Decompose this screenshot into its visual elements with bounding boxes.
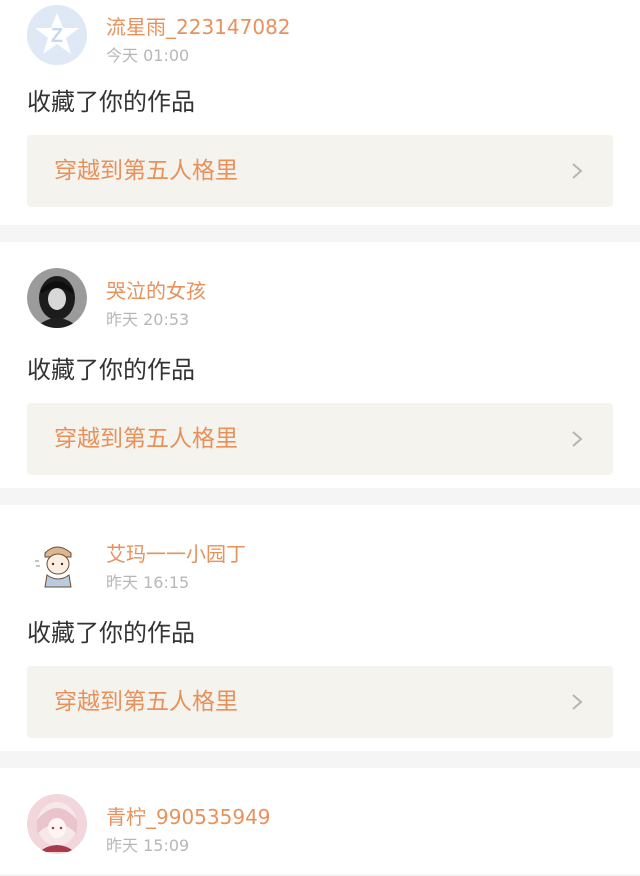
work-title: 穿越到第五人格里 <box>54 158 238 184</box>
notification-header: 青柠_990535949 昨天 15:09 <box>27 768 613 864</box>
work-link[interactable]: 穿越到第五人格里 <box>27 403 613 475</box>
svg-text:Z: Z <box>51 25 63 47</box>
anime-girl-avatar-icon <box>27 794 87 854</box>
work-link[interactable]: 穿越到第五人格里 <box>27 135 613 207</box>
username[interactable]: 艾玛一一小园丁 <box>106 538 246 567</box>
chevron-right-icon <box>572 431 583 447</box>
timestamp: 昨天 16:15 <box>106 573 190 592</box>
notification-feed: Z 流星雨_223147082 今天 01:00 收藏了你的作品 穿越到第五人格… <box>0 0 640 874</box>
work-title: 穿越到第五人格里 <box>54 689 238 715</box>
avatar[interactable] <box>27 531 87 591</box>
username[interactable]: 哭泣的女孩 <box>106 275 206 304</box>
timestamp: 昨天 15:09 <box>106 836 190 855</box>
chevron-right-icon <box>572 694 583 710</box>
action-text: 收藏了你的作品 <box>27 619 195 647</box>
notification-card: Z 流星雨_223147082 今天 01:00 收藏了你的作品 穿越到第五人格… <box>0 0 640 225</box>
work-link[interactable]: 穿越到第五人格里 <box>27 666 613 738</box>
notification-card: 青柠_990535949 昨天 15:09 <box>0 768 640 874</box>
action-text: 收藏了你的作品 <box>27 88 195 116</box>
avatar[interactable] <box>27 268 87 328</box>
notification-card: 哭泣的女孩 昨天 20:53 收藏了你的作品 穿越到第五人格里 <box>0 242 640 488</box>
avatar[interactable]: Z <box>27 5 87 65</box>
notification-header: 艾玛一一小园丁 昨天 16:15 <box>27 505 613 601</box>
avatar[interactable] <box>27 794 87 854</box>
timestamp: 今天 01:00 <box>106 46 190 65</box>
default-star-avatar-icon: Z <box>27 5 87 65</box>
work-title: 穿越到第五人格里 <box>54 426 238 452</box>
username[interactable]: 流星雨_223147082 <box>106 11 291 40</box>
dark-hair-girl-avatar-icon <box>27 268 87 328</box>
timestamp: 昨天 20:53 <box>106 310 190 329</box>
notification-card: 艾玛一一小园丁 昨天 16:15 收藏了你的作品 穿越到第五人格里 <box>0 505 640 751</box>
action-text: 收藏了你的作品 <box>27 356 195 384</box>
chevron-right-icon <box>572 163 583 179</box>
notification-header: 哭泣的女孩 昨天 20:53 <box>27 242 613 338</box>
gardener-sketch-avatar-icon <box>27 531 87 591</box>
username[interactable]: 青柠_990535949 <box>106 801 271 830</box>
notification-header: Z 流星雨_223147082 今天 01:00 <box>27 0 613 70</box>
